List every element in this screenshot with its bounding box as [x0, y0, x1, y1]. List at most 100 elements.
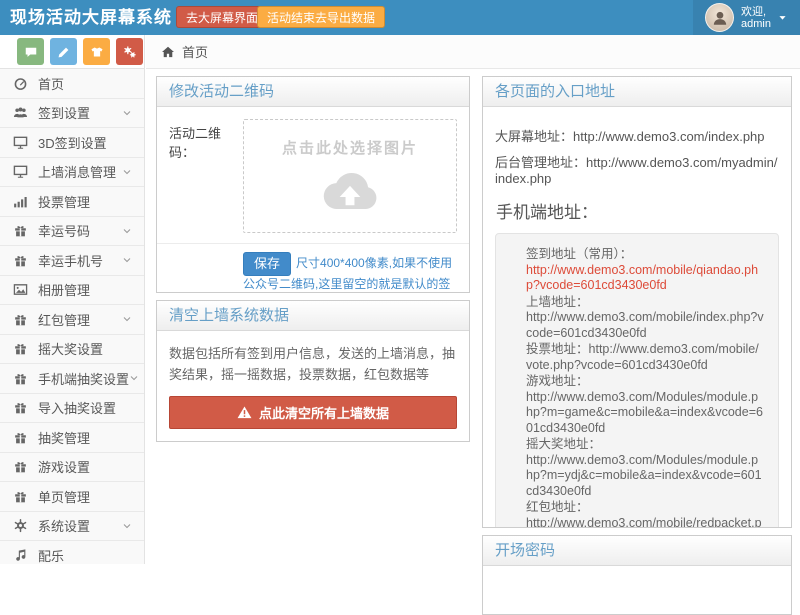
gift-icon [12, 459, 29, 474]
sidebar-item-label: 上墙消息管理 [38, 162, 116, 181]
chevron-down-icon [122, 521, 132, 531]
save-button[interactable]: 保存 [243, 252, 291, 276]
sidebar-item-vote-management[interactable]: 投票管理 [0, 187, 144, 217]
sidebar-item-system-settings[interactable]: 系统设置 [0, 512, 144, 542]
qr-save-row: 保存尺寸400*400像素,如果不使用公众号二维码,这里留空的就是默认的签到二维… [243, 252, 457, 293]
qr-image-dropzone[interactable]: 点击此处选择图片 [243, 119, 457, 233]
mobile-url-value: http://www.demo3.com/mobile/index.php?vc… [526, 310, 764, 340]
sidebar-item-lottery-management[interactable]: 抽奖管理 [0, 423, 144, 453]
sidebar-item-lucky-phone[interactable]: 幸运手机号 [0, 246, 144, 276]
mobile-url-value: http://www.demo3.com/mobile/redpacket.ph… [526, 516, 762, 529]
screen-url-line: 大屏幕地址：http://www.demo3.com/index.php [495, 126, 779, 145]
sidebar-item-label: 相册管理 [38, 280, 90, 299]
mobile-urls-label: 手机端地址： [496, 198, 779, 223]
quick-button-settings[interactable] [116, 38, 143, 65]
admin-url-label: 后台管理地址： [495, 155, 586, 170]
sidebar-item-mobile-lottery-settings[interactable]: 手机端抽奖设置 [0, 364, 144, 394]
breadcrumb-home-link[interactable]: 首页 [182, 42, 208, 61]
chevron-down-icon [122, 255, 132, 265]
password-panel-header: 开场密码 [483, 536, 791, 566]
desktop-icon [12, 135, 29, 150]
sidebar-item-music[interactable]: 配乐 [0, 541, 144, 564]
dashboard-icon [12, 76, 29, 91]
caret-down-icon [777, 12, 788, 23]
divider [157, 243, 469, 244]
mobile-url-value: http://www.demo3.com/Modules/module.php?… [526, 390, 763, 435]
sidebar-item-home[interactable]: 首页 [0, 69, 144, 99]
sidebar-item-label: 游戏设置 [38, 457, 90, 476]
app-title: 现场活动大屏幕系统 [10, 0, 172, 35]
qr-field-label: 活动二维码： [169, 119, 243, 233]
sidebar-item-3d-checkin-settings[interactable]: 3D签到设置 [0, 128, 144, 158]
mobile-url-label: 摇大奖地址： [526, 437, 601, 451]
sidebar-item-label: 投票管理 [38, 192, 90, 211]
screen-url-value: http://www.demo3.com/index.php [573, 129, 765, 144]
avatar [705, 3, 734, 32]
mobile-urls-well: 签到地址（常用）： http://www.demo3.com/mobile/qia… [495, 233, 779, 528]
sidebar-item-wall-message-management[interactable]: 上墙消息管理 [0, 158, 144, 188]
sidebar-item-import-lottery-settings[interactable]: 导入抽奖设置 [0, 394, 144, 424]
home-icon [161, 45, 175, 59]
sidebar-item-label: 摇大奖设置 [38, 339, 103, 358]
person-icon [711, 9, 729, 27]
sidebar-item-lucky-number[interactable]: 幸运号码 [0, 217, 144, 247]
quick-button-edit[interactable] [50, 38, 77, 65]
export-data-button[interactable]: 活动结束去导出数据 [257, 6, 385, 28]
sidebar-item-checkin-settings[interactable]: 签到设置 [0, 99, 144, 129]
clear-button-label: 点此清空所有上墙数据 [259, 403, 389, 422]
comment-icon [24, 45, 38, 59]
sidebar-quick-buttons [0, 35, 144, 69]
gift-icon [12, 341, 29, 356]
sidebar-item-label: 单页管理 [38, 487, 90, 506]
urls-panel-header: 各页面的入口地址 [483, 77, 791, 107]
sidebar-item-single-page-management[interactable]: 单页管理 [0, 482, 144, 512]
mobile-url-value[interactable]: http://www.demo3.com/mobile/qiandao.php?… [526, 263, 758, 293]
welcome-line1: 欢迎, [741, 6, 766, 18]
chevron-down-icon [129, 373, 139, 383]
clear-panel-header: 清空上墙系统数据 [157, 301, 469, 331]
sidebar-item-label: 3D签到设置 [38, 133, 107, 152]
breadcrumb: 首页 [146, 35, 800, 69]
user-menu[interactable]: 欢迎, admin [693, 0, 800, 35]
top-navbar: 现场活动大屏幕系统 去大屏幕界面 活动结束去导出数据 欢迎, admin [0, 0, 800, 35]
admin-url-line: 后台管理地址：http://www.demo3.com/myadmin/inde… [495, 152, 779, 186]
gift-icon [12, 430, 29, 445]
warning-icon [237, 405, 252, 420]
sidebar-item-shake-prize-settings[interactable]: 摇大奖设置 [0, 335, 144, 365]
qr-panel-header: 修改活动二维码 [157, 77, 469, 107]
mobile-url-label: 签到地址（常用）： [526, 247, 632, 261]
image-icon [12, 282, 29, 297]
gift-icon [12, 400, 29, 415]
mobile-url-entry-game: 游戏地址：http://www.demo3.com/Modules/module… [526, 374, 764, 436]
mobile-url-entry-shake-prize: 摇大奖地址：http://www.demo3.com/Modules/modul… [526, 437, 764, 499]
mobile-url-label: 红包地址： [526, 500, 589, 514]
qr-panel-body: 活动二维码： 点击此处选择图片 保存尺寸400*400像素,如果不使用公众号二维… [157, 107, 469, 293]
clear-all-data-button[interactable]: 点此清空所有上墙数据 [169, 396, 457, 429]
chevron-down-icon [122, 314, 132, 324]
opening-password-panel: 开场密码 [482, 535, 792, 615]
sidebar-item-game-settings[interactable]: 游戏设置 [0, 453, 144, 483]
urls-panel-body: 大屏幕地址：http://www.demo3.com/index.php 后台管… [483, 107, 791, 528]
main-content: 首页 修改活动二维码 活动二维码： 点击此处选择图片 [146, 35, 800, 564]
sidebar-item-album-management[interactable]: 相册管理 [0, 276, 144, 306]
sidebar-item-redpacket-management[interactable]: 红包管理 [0, 305, 144, 335]
sidebar-item-label: 系统设置 [38, 516, 90, 535]
sidebar-item-label: 导入抽奖设置 [38, 398, 116, 417]
gear-icon [12, 518, 29, 533]
sidebar-item-label: 首页 [38, 74, 64, 93]
sidebar-item-label: 红包管理 [38, 310, 90, 329]
quick-button-comment[interactable] [17, 38, 44, 65]
mobile-url-entry-redpacket: 红包地址： http://www.demo3.com/mobile/redpack… [526, 500, 764, 528]
mobile-url-entry-wall: 上墙地址：http://www.demo3.com/mobile/index.p… [526, 295, 764, 342]
sidebar-item-label: 抽奖管理 [38, 428, 90, 447]
mobile-url-entry-vote: 投票地址：http://www.demo3.com/mobile/vote.ph… [526, 342, 764, 373]
entry-urls-panel: 各页面的入口地址 大屏幕地址：http://www.demo3.com/inde… [482, 76, 792, 528]
sidebar-item-label: 手机端抽奖设置 [38, 369, 129, 388]
urls-panel-title: 各页面的入口地址 [495, 83, 615, 100]
welcome-text: 欢迎, admin [741, 6, 771, 30]
cloud-upload-icon [244, 161, 456, 209]
quick-button-prize[interactable] [83, 38, 110, 65]
users-icon [12, 105, 29, 120]
desktop-icon [12, 164, 29, 179]
go-big-screen-button[interactable]: 去大屏幕界面 [176, 6, 268, 28]
